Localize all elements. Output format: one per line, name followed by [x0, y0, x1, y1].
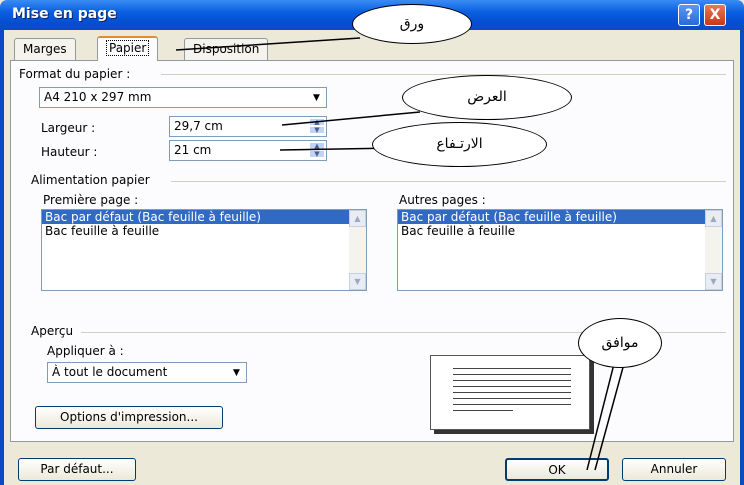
tab-panel: Format du papier : A4 210 x 297 mm ▼ Lar… [10, 60, 734, 442]
scroll-up-icon[interactable]: ▲ [705, 210, 722, 227]
list-item[interactable]: Bac feuille à feuille [42, 224, 366, 238]
callout-ok: موافق [578, 318, 662, 368]
window-frame-left [0, 30, 4, 485]
preview-line [453, 392, 571, 393]
chevron-down-icon[interactable]: ▼ [228, 364, 245, 381]
group-divider [171, 181, 726, 182]
other-pages-listbox[interactable]: Bac par défaut (Bac feuille à feuille) B… [397, 209, 723, 291]
callout-height: الارتـفاع [372, 122, 547, 167]
list-item[interactable]: Bac feuille à feuille [398, 224, 722, 238]
scrollbar[interactable]: ▲ ▼ [705, 210, 722, 290]
preview-line [453, 386, 571, 387]
first-page-label: Première page : [43, 193, 139, 207]
preview-line [453, 368, 571, 369]
first-page-listbox[interactable]: Bac par défaut (Bac feuille à feuille) B… [41, 209, 367, 291]
ok-button[interactable]: OK [505, 458, 609, 481]
tab-marges[interactable]: Marges [14, 38, 76, 60]
window-title: Mise en page [12, 6, 117, 22]
width-spinner[interactable]: 29,7 cm ▲ ▼ [169, 116, 327, 137]
preview-line [453, 398, 571, 399]
apply-to-value: À tout le document [52, 365, 168, 379]
height-spin-buttons[interactable]: ▲ ▼ [309, 142, 325, 159]
close-button[interactable]: X [704, 4, 726, 26]
paper-size-select[interactable]: A4 210 x 297 mm ▼ [39, 87, 327, 108]
spin-down-icon[interactable]: ▼ [309, 126, 325, 134]
group-divider [161, 74, 726, 75]
scroll-down-icon[interactable]: ▼ [705, 273, 722, 290]
paper-size-value: A4 210 x 297 mm [44, 90, 152, 104]
tab-papier-label: Papier [106, 40, 150, 56]
scroll-down-icon[interactable]: ▼ [349, 273, 366, 290]
apply-to-select[interactable]: À tout le document ▼ [47, 362, 247, 383]
list-item[interactable]: Bac par défaut (Bac feuille à feuille) [398, 210, 722, 224]
width-spin-buttons[interactable]: ▲ ▼ [309, 118, 325, 135]
spin-up-icon[interactable]: ▲ [309, 142, 325, 150]
height-label: Hauteur : [41, 145, 98, 159]
default-button[interactable]: Par défaut... [18, 458, 136, 481]
apply-to-label: Appliquer à : [47, 344, 124, 358]
tab-disposition[interactable]: Disposition [184, 38, 269, 60]
height-value: 21 cm [174, 143, 212, 157]
scrollbar[interactable]: ▲ ▼ [349, 210, 366, 290]
chevron-down-icon[interactable]: ▼ [308, 89, 325, 106]
window-frame-right [740, 30, 744, 485]
paper-source-group-label: Alimentation papier [31, 173, 154, 187]
page-preview [430, 355, 590, 430]
callout-paper-tab: ورق [352, 4, 472, 44]
spin-up-icon[interactable]: ▲ [309, 118, 325, 126]
height-spinner[interactable]: 21 cm ▲ ▼ [169, 140, 327, 161]
cancel-button[interactable]: Annuler [622, 458, 726, 481]
width-value: 29,7 cm [174, 119, 223, 133]
help-button[interactable]: ? [678, 4, 700, 26]
spin-down-icon[interactable]: ▼ [309, 150, 325, 158]
list-item[interactable]: Bac par défaut (Bac feuille à feuille) [42, 210, 366, 224]
preview-line [453, 404, 571, 405]
tab-papier[interactable]: Papier [97, 36, 159, 61]
preview-line [453, 374, 571, 375]
print-options-button[interactable]: Options d'impression... [35, 406, 223, 429]
scroll-up-icon[interactable]: ▲ [349, 210, 366, 227]
preview-group-label: Aperçu [31, 324, 78, 338]
paper-format-group-label: Format du papier : [19, 67, 135, 81]
preview-line [453, 380, 571, 381]
width-label: Largeur : [41, 121, 96, 135]
preview-line [453, 410, 513, 411]
callout-width: العرض [402, 75, 572, 120]
other-pages-label: Autres pages : [399, 193, 486, 207]
